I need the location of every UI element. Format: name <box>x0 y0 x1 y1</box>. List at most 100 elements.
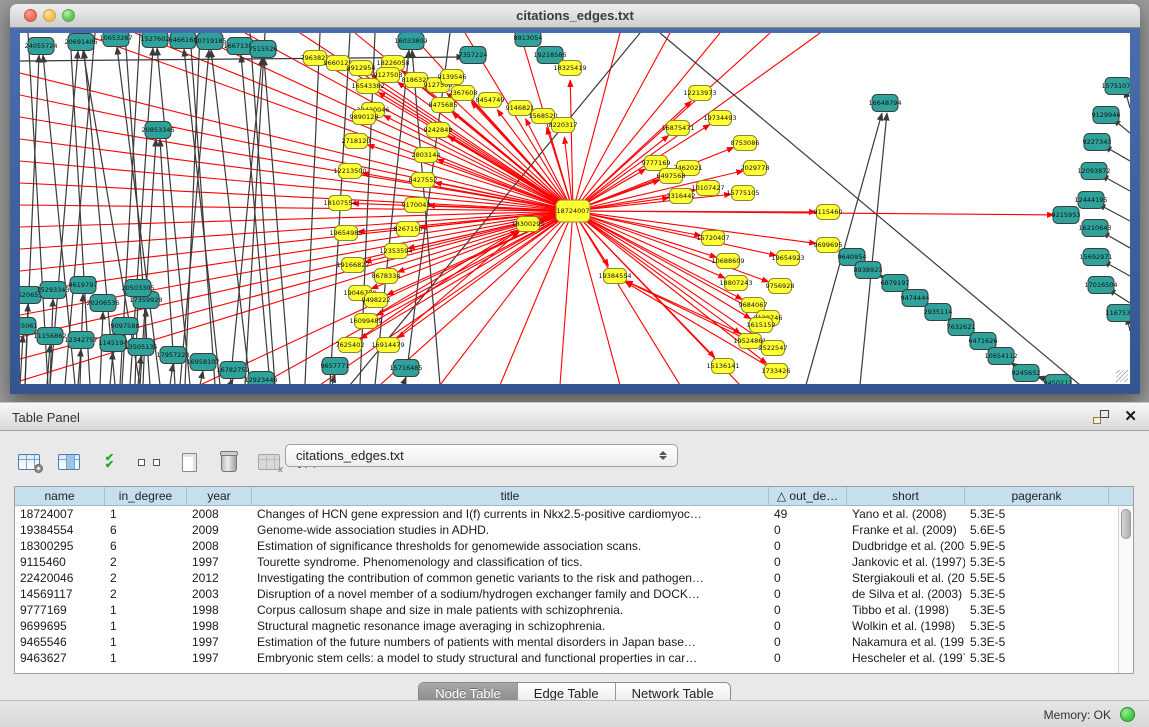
network-node[interactable]: 1615152 <box>747 318 776 333</box>
network-node[interactable]: 12353594 <box>379 244 412 259</box>
network-node[interactable]: 12923448 <box>244 372 277 385</box>
network-node[interactable]: 2522547 <box>759 341 788 356</box>
network-node[interactable]: 11156862 <box>33 328 66 345</box>
table-selector-dropdown[interactable]: citations_edges.txt <box>285 444 678 467</box>
network-node[interactable]: 16875471 <box>661 121 694 136</box>
table-row[interactable]: 1872400712008Changes of HCN gene express… <box>15 506 1133 522</box>
network-node[interactable]: 9129946 <box>1092 107 1121 124</box>
network-node[interactable]: 8813054 <box>514 33 543 47</box>
float-panel-icon[interactable] <box>1093 410 1109 424</box>
network-node[interactable]: 9227343 <box>1083 134 1112 151</box>
delete-column-icon[interactable] <box>214 448 244 476</box>
network-node[interactable]: 7625402 <box>336 338 365 353</box>
table-row[interactable]: 1456911722003Disruption of a novel membe… <box>15 586 1133 602</box>
network-node[interactable]: 20853346 <box>141 122 174 139</box>
network-node[interactable]: 9619797 <box>69 277 98 294</box>
network-node[interactable]: 6471626 <box>969 333 998 350</box>
window-titlebar[interactable]: citations_edges.txt <box>10 4 1140 28</box>
table-row[interactable]: 2242004622012Investigating the contribut… <box>15 570 1133 586</box>
network-node[interactable]: 15775105 <box>726 186 759 201</box>
network-node[interactable]: 10688609 <box>711 254 744 269</box>
table-vertical-scrollbar[interactable] <box>1118 506 1133 673</box>
network-node[interactable]: 15692971 <box>1079 249 1112 266</box>
table-row[interactable]: 977716911998Corpus callosum shape and si… <box>15 602 1133 618</box>
network-node[interactable]: 9890128 <box>350 110 379 125</box>
network-node[interactable]: 1145194 <box>99 335 128 352</box>
network-node[interactable]: 7632621 <box>947 319 976 336</box>
network-node[interactable]: 2803144 <box>412 148 441 163</box>
network-node[interactable]: 20503305 <box>121 280 154 297</box>
column-header-pagerank[interactable]: pagerank <box>965 487 1109 505</box>
network-node[interactable]: 16958107 <box>186 354 219 371</box>
network-node[interactable]: 16648794 <box>868 95 901 112</box>
column-header-name[interactable]: name <box>15 487 105 505</box>
table-options-icon[interactable] <box>14 448 44 476</box>
network-node[interactable]: 8475685 <box>429 98 458 113</box>
network-node[interactable]: 8267150 <box>394 222 423 237</box>
network-node[interactable]: 15720407 <box>696 231 729 246</box>
network-node[interactable]: 12213500 <box>333 164 366 179</box>
network-node[interactable]: 10107427 <box>691 181 724 196</box>
network-node[interactable]: 8938923 <box>854 262 883 279</box>
column-header-out_de[interactable]: △ out_de… <box>769 487 847 505</box>
network-node[interactable]: 9756928 <box>766 279 795 294</box>
network-node[interactable]: 9097588 <box>111 318 140 335</box>
network-node[interactable]: 1527602 <box>141 33 170 48</box>
network-node[interactable]: 8912954 <box>347 61 376 76</box>
table-row[interactable]: 911546021997Tourette syndrome. Phenomeno… <box>15 554 1133 570</box>
new-column-icon[interactable] <box>174 448 204 476</box>
network-node[interactable]: 8220317 <box>549 118 578 133</box>
scrollbar-thumb[interactable] <box>1121 509 1131 539</box>
network-node[interactable]: 8678334 <box>372 269 401 284</box>
network-node[interactable]: 6879197 <box>881 275 910 292</box>
network-node[interactable]: 15136141 <box>706 359 739 374</box>
network-node[interactable]: 7515526 <box>249 41 278 58</box>
select-all-icon[interactable]: ✔✔ <box>94 448 124 476</box>
close-panel-icon[interactable]: ✕ <box>1124 407 1137 425</box>
network-node[interactable]: 15751074 <box>1101 78 1130 95</box>
network-node[interactable]: 17016504 <box>1084 277 1117 294</box>
column-header-in_degree[interactable]: in_degree <box>105 487 187 505</box>
network-node[interactable]: 2935114 <box>924 304 953 321</box>
network-node[interactable]: 10719185 <box>193 33 226 50</box>
network-node[interactable]: 20691406 <box>64 34 97 51</box>
network-node[interactable]: 13505135 <box>124 339 157 356</box>
network-node[interactable]: 16033809 <box>394 33 427 50</box>
table-row[interactable]: 946554611997Estimation of the future num… <box>15 634 1133 650</box>
column-header-title[interactable]: title <box>252 487 769 505</box>
network-node[interactable]: 15716485 <box>389 360 422 377</box>
network-node[interactable]: 9242848 <box>424 123 453 138</box>
network-node[interactable]: 9498222 <box>362 293 391 308</box>
network-node[interactable]: 8454749 <box>476 93 505 108</box>
network-node[interactable]: 12342757 <box>64 332 97 349</box>
network-node[interactable]: 1167535 <box>1106 305 1130 322</box>
table-row[interactable]: 1938455462009Genome-wide association stu… <box>15 522 1133 538</box>
column-header-year[interactable]: year <box>187 487 252 505</box>
network-node[interactable]: 15293343 <box>36 282 69 299</box>
network-node[interactable]: 9170043 <box>402 198 431 213</box>
memory-status-icon[interactable] <box>1120 707 1135 722</box>
column-visibility-icon[interactable] <box>54 448 84 476</box>
network-node[interactable]: 12093872 <box>1077 163 1110 180</box>
table-row[interactable]: 969969511998Structural magnetic resonanc… <box>15 618 1133 634</box>
network-node[interactable]: 9474444 <box>901 290 930 307</box>
network-node[interactable]: 6497568 <box>657 169 686 184</box>
network-node[interactable]: 19654923 <box>771 251 804 266</box>
network-node[interactable]: 9115460 <box>814 205 843 220</box>
network-canvas[interactable]: 1872400724055724206914061065328715276026… <box>20 33 1130 384</box>
network-node[interactable]: 9450212 <box>1044 375 1073 385</box>
network-node[interactable]: 12444195 <box>1074 192 1107 209</box>
network-node[interactable]: 7357224 <box>459 47 488 64</box>
network-node[interactable]: 16914479 <box>371 338 404 353</box>
table-row[interactable]: 946362711997Embryonic stem cells: a mode… <box>15 650 1133 666</box>
network-node[interactable]: 9245652 <box>1012 365 1041 382</box>
network-node[interactable]: 8753086 <box>731 136 760 151</box>
network-node[interactable]: 1733426 <box>762 364 791 379</box>
network-node[interactable]: 9699695 <box>814 238 843 253</box>
network-node[interactable]: 20206536 <box>86 295 119 312</box>
network-node[interactable]: 18724007 <box>556 200 590 222</box>
network-node[interactable]: 24055724 <box>24 38 57 55</box>
network-node[interactable]: 16210643 <box>1078 220 1111 237</box>
network-node[interactable]: 10654112 <box>984 348 1017 365</box>
network-node[interactable]: 8427552 <box>409 173 438 188</box>
